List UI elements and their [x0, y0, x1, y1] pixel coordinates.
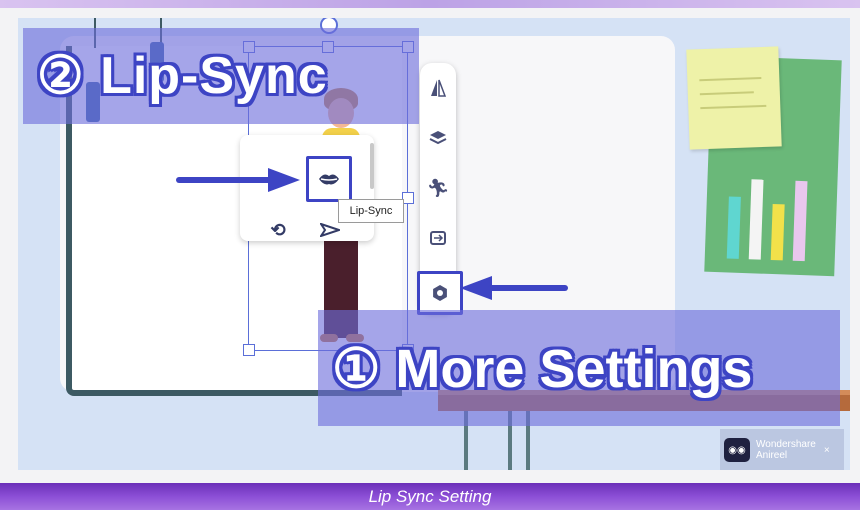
sync-icon[interactable]: ⟲: [266, 218, 290, 242]
caption-bar: Lip Sync Setting: [0, 483, 860, 510]
pointer-arrow-left: [460, 276, 568, 300]
lip-sync-button[interactable]: [306, 156, 352, 202]
resize-handle[interactable]: [243, 344, 255, 356]
action-icon[interactable]: 🏃︎: [420, 173, 456, 203]
note-line: [699, 77, 762, 82]
brand-name: Wondershare Anireel: [756, 439, 816, 461]
poster-bar: [726, 196, 741, 259]
poster-bar: [748, 179, 764, 260]
replace-icon[interactable]: [420, 223, 456, 253]
sticky-note: [686, 46, 782, 150]
popup-scrollbar[interactable]: [370, 143, 374, 189]
step-1-label: ① More Settings: [332, 338, 753, 399]
caption-text: Lip Sync Setting: [368, 486, 492, 506]
flip-icon[interactable]: [420, 73, 456, 103]
lips-icon: [319, 174, 339, 185]
note-line: [700, 104, 767, 110]
brand-name-line2: Anireel: [756, 450, 788, 461]
brand-watermark: ◉◉ Wondershare Anireel ×: [720, 429, 844, 470]
step-1-banner: ① More Settings: [318, 310, 840, 426]
poster-bar: [792, 180, 808, 262]
layers-icon[interactable]: [420, 123, 456, 153]
step-2-banner: ② Lip-Sync: [23, 28, 419, 124]
close-icon[interactable]: ×: [824, 445, 830, 456]
anireel-logo-icon: ◉◉: [724, 438, 750, 462]
step-2-label: ② Lip-Sync: [37, 47, 328, 105]
more-settings-button[interactable]: [417, 271, 463, 315]
screenshot-frame: ⟲ Lip-Sync 🏃︎ ② Lip-Sync ① More Settings…: [0, 0, 860, 510]
note-line: [699, 91, 754, 96]
pointer-arrow-right: [176, 168, 300, 192]
lip-sync-tooltip: Lip-Sync: [338, 199, 404, 223]
top-accent-strip: [0, 0, 860, 8]
poster-bar: [770, 204, 785, 261]
brand-name-line1: Wondershare: [756, 439, 816, 450]
more-settings-icon: [433, 285, 447, 301]
editor-canvas[interactable]: ⟲ Lip-Sync 🏃︎ ② Lip-Sync ① More Settings…: [18, 18, 850, 470]
